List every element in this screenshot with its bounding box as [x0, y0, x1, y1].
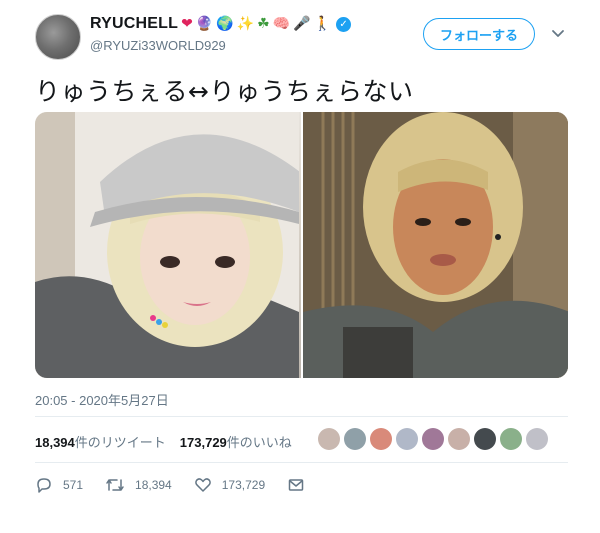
retweet-count: 18,394: [135, 478, 172, 492]
chevron-down-icon[interactable]: [551, 26, 565, 40]
photo-right[interactable]: [302, 112, 568, 378]
retweet-stat-label: 件のリツイート: [74, 435, 166, 450]
like-stat[interactable]: 173,729件のいいね: [180, 432, 292, 451]
reply-icon: [37, 478, 51, 493]
heart-emoji-icon: ❤: [181, 16, 193, 32]
sparkles-emoji-icon: ✨: [236, 16, 255, 32]
photo-right-illustration: [302, 112, 568, 378]
follow-button[interactable]: フォローする: [423, 18, 535, 50]
tweet-timestamp[interactable]: 20:05 - 2020年5月27日: [35, 390, 169, 409]
envelope-icon: [288, 479, 304, 491]
person-walking-emoji-icon: 🚶: [313, 16, 332, 32]
microphone-emoji-icon: 🎤: [293, 16, 311, 32]
message-action[interactable]: [287, 476, 305, 494]
reply-action[interactable]: 571: [35, 476, 83, 494]
photo-left[interactable]: [35, 112, 301, 378]
crystal-ball-emoji-icon: 🔮: [195, 16, 214, 32]
liker-avatar[interactable]: [448, 428, 470, 450]
engagement-stats: 18,394件のリツイート 173,729件のいいね: [35, 432, 292, 451]
liker-avatar[interactable]: [396, 428, 418, 450]
liker-avatar[interactable]: [474, 428, 496, 450]
tweet-media[interactable]: [35, 112, 568, 378]
reply-count: 571: [63, 478, 84, 492]
like-stat-label: 件のいいね: [226, 435, 292, 450]
tweet-text: りゅうちぇる↔りゅうちぇらない: [35, 77, 414, 106]
liker-avatar[interactable]: [526, 428, 548, 450]
like-count: 173,729: [221, 478, 266, 492]
retweet-stat[interactable]: 18,394件のリツイート: [35, 432, 166, 451]
liker-avatar[interactable]: [344, 428, 366, 450]
liker-avatar[interactable]: [318, 428, 340, 450]
retweet-icon: [106, 479, 124, 491]
display-name[interactable]: RYUCHELL: [90, 15, 178, 33]
globe-emoji-icon: 🌍: [216, 16, 234, 32]
avatar[interactable]: [35, 14, 81, 60]
divider-top: [35, 416, 568, 417]
liker-avatar[interactable]: [500, 428, 522, 450]
tweet-actions: 571 18,394 173,729: [35, 476, 327, 494]
photo-left-illustration: [35, 112, 300, 378]
retweet-action[interactable]: 18,394: [105, 476, 172, 494]
liker-avatars: [318, 428, 548, 450]
like-stat-count: 173,729: [179, 435, 227, 450]
divider-bottom: [35, 462, 568, 463]
retweet-stat-count: 18,394: [35, 435, 75, 450]
user-handle[interactable]: @RYUZi33WORLD929: [90, 38, 226, 53]
like-action[interactable]: 173,729: [194, 476, 265, 494]
verified-badge-icon: ✓: [336, 16, 352, 32]
liker-avatar[interactable]: [370, 428, 392, 450]
name-row: RYUCHELL ❤ 🔮 🌍 ✨ ☘ 🧠 🎤 🚶 ✓: [90, 13, 352, 35]
heart-icon: [194, 478, 211, 492]
brain-emoji-icon: 🧠: [272, 16, 291, 32]
clover-emoji-icon: ☘: [257, 16, 270, 32]
liker-avatar[interactable]: [422, 428, 444, 450]
